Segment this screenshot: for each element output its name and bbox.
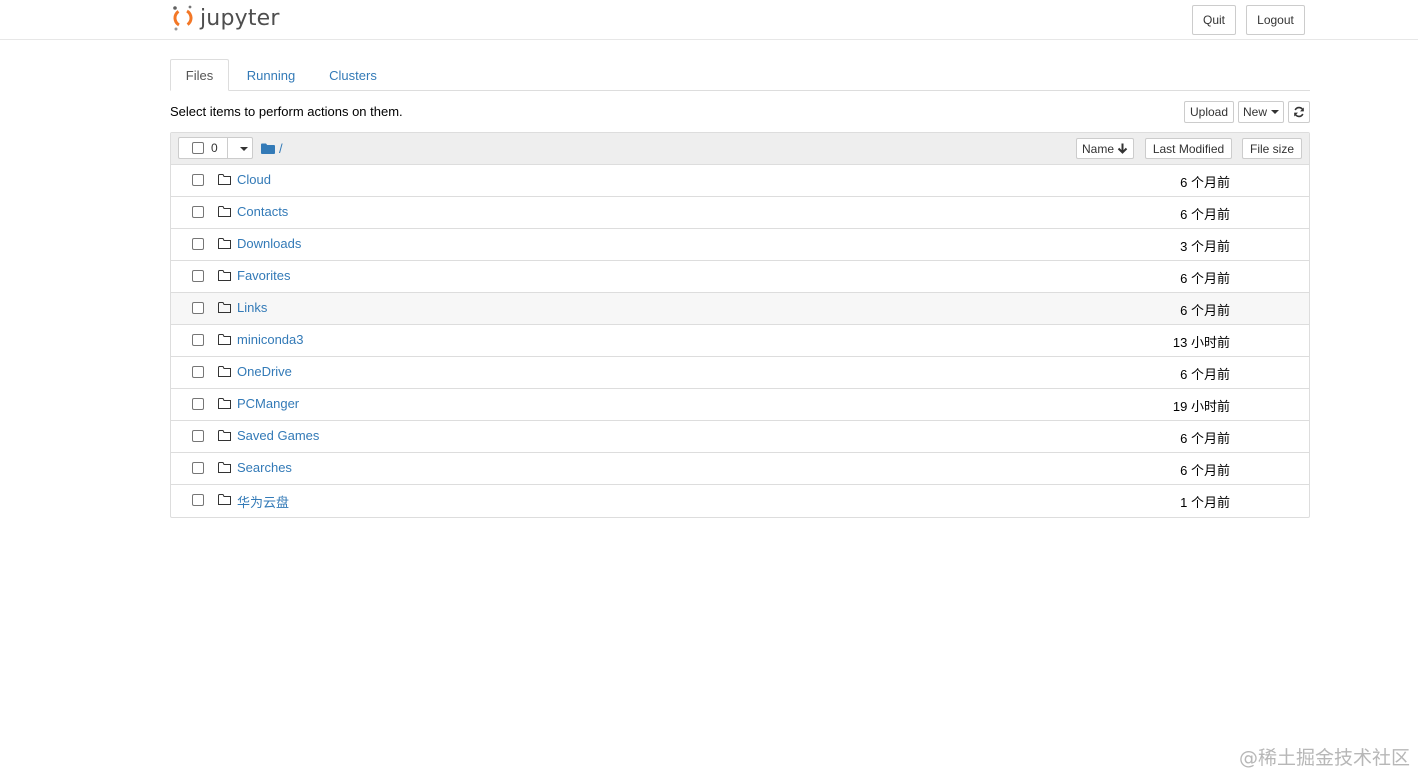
- item-modified: 6 个月前: [1180, 207, 1230, 222]
- folder-icon: [218, 270, 231, 281]
- list-item[interactable]: 华为云盘 1 个月前: [171, 485, 1309, 517]
- item-modified: 1 个月前: [1180, 495, 1230, 510]
- sort-name-button[interactable]: Name: [1076, 138, 1134, 159]
- jupyter-logo[interactable]: jupyter: [172, 3, 280, 33]
- row-checkbox[interactable]: [192, 430, 204, 442]
- item-modified: 6 个月前: [1180, 303, 1230, 318]
- select-all-checkbox[interactable]: [192, 142, 204, 154]
- file-list-header: 0 / Name Last Modified File size: [171, 133, 1309, 165]
- sort-size-button[interactable]: File size: [1242, 138, 1302, 159]
- item-modified: 6 个月前: [1180, 271, 1230, 286]
- logo-text: jupyter: [200, 5, 280, 31]
- item-link[interactable]: PCManger: [237, 396, 299, 411]
- breadcrumb-root[interactable]: /: [279, 141, 283, 156]
- refresh-icon: [1294, 106, 1304, 118]
- folder-icon: [218, 302, 231, 313]
- list-item[interactable]: Links 6 个月前: [171, 293, 1309, 325]
- row-checkbox[interactable]: [192, 334, 204, 346]
- list-item[interactable]: PCManger 19 小时前: [171, 389, 1309, 421]
- item-link[interactable]: Saved Games: [237, 428, 319, 443]
- folder-open-icon[interactable]: [261, 143, 275, 154]
- tab-bar: Files Running Clusters: [170, 59, 1310, 91]
- refresh-button[interactable]: [1288, 101, 1310, 123]
- divider: [227, 138, 228, 158]
- list-item[interactable]: Cloud 6 个月前: [171, 165, 1309, 197]
- item-modified: 6 个月前: [1180, 175, 1230, 190]
- folder-icon: [218, 334, 231, 345]
- folder-icon: [218, 206, 231, 217]
- item-modified: 19 小时前: [1172, 399, 1230, 414]
- item-link[interactable]: 华为云盘: [237, 492, 289, 511]
- watermark: @稀土掘金技术社区: [1238, 747, 1410, 769]
- item-modified: 6 个月前: [1180, 367, 1230, 382]
- row-checkbox[interactable]: [192, 398, 204, 410]
- tab-files[interactable]: Files: [170, 59, 229, 91]
- folder-icon: [218, 174, 231, 185]
- jupyter-logo-icon: [173, 5, 193, 31]
- sort-modified-button[interactable]: Last Modified: [1145, 138, 1232, 159]
- folder-icon: [218, 398, 231, 409]
- list-item[interactable]: miniconda3 13 小时前: [171, 325, 1309, 357]
- list-item[interactable]: Searches 6 个月前: [171, 453, 1309, 485]
- item-link[interactable]: OneDrive: [237, 364, 292, 379]
- list-item[interactable]: OneDrive 6 个月前: [171, 357, 1309, 389]
- item-modified: 6 个月前: [1180, 431, 1230, 446]
- item-modified: 6 个月前: [1180, 463, 1230, 478]
- select-all-dropdown[interactable]: 0: [178, 137, 253, 159]
- row-checkbox[interactable]: [192, 366, 204, 378]
- item-link[interactable]: Favorites: [237, 268, 290, 283]
- folder-icon: [218, 494, 231, 505]
- sort-name-label: Name: [1081, 141, 1114, 156]
- file-list: 0 / Name Last Modified File size Cloud 6…: [170, 132, 1310, 518]
- selection-hint: Select items to perform actions on them.: [170, 104, 403, 119]
- row-checkbox[interactable]: [192, 494, 204, 506]
- item-link[interactable]: miniconda3: [237, 332, 304, 347]
- row-checkbox[interactable]: [192, 270, 204, 282]
- item-link[interactable]: Cloud: [237, 172, 271, 187]
- item-link[interactable]: Downloads: [237, 236, 301, 251]
- new-dropdown-button[interactable]: New: [1238, 101, 1284, 123]
- folder-icon: [218, 366, 231, 377]
- logout-button[interactable]: Logout: [1246, 5, 1305, 35]
- list-item[interactable]: Downloads 3 个月前: [171, 229, 1309, 261]
- row-checkbox[interactable]: [192, 302, 204, 314]
- breadcrumb: /: [261, 141, 283, 156]
- list-item[interactable]: Contacts 6 个月前: [171, 197, 1309, 229]
- top-header: jupyter Quit Logout: [0, 0, 1418, 40]
- item-link[interactable]: Searches: [237, 460, 292, 475]
- item-link[interactable]: Links: [237, 300, 267, 315]
- row-checkbox[interactable]: [192, 462, 204, 474]
- item-modified: 13 小时前: [1172, 335, 1230, 350]
- upload-button[interactable]: Upload: [1184, 101, 1234, 123]
- tab-running[interactable]: Running: [234, 59, 308, 91]
- tab-clusters[interactable]: Clusters: [318, 59, 388, 91]
- list-item[interactable]: Favorites 6 个月前: [171, 261, 1309, 293]
- item-modified: 3 个月前: [1180, 239, 1230, 254]
- chevron-down-icon: [1271, 110, 1279, 114]
- folder-icon: [218, 238, 231, 249]
- folder-icon: [218, 430, 231, 441]
- new-label: New: [1242, 105, 1267, 119]
- row-checkbox[interactable]: [192, 238, 204, 250]
- quit-button[interactable]: Quit: [1192, 5, 1236, 35]
- row-checkbox[interactable]: [192, 206, 204, 218]
- item-link[interactable]: Contacts: [237, 204, 288, 219]
- row-checkbox[interactable]: [192, 174, 204, 186]
- list-item[interactable]: Saved Games 6 个月前: [171, 421, 1309, 453]
- selected-count: 0: [211, 141, 218, 155]
- folder-icon: [218, 462, 231, 473]
- arrow-down-icon: [1117, 143, 1128, 154]
- chevron-down-icon[interactable]: [240, 147, 248, 151]
